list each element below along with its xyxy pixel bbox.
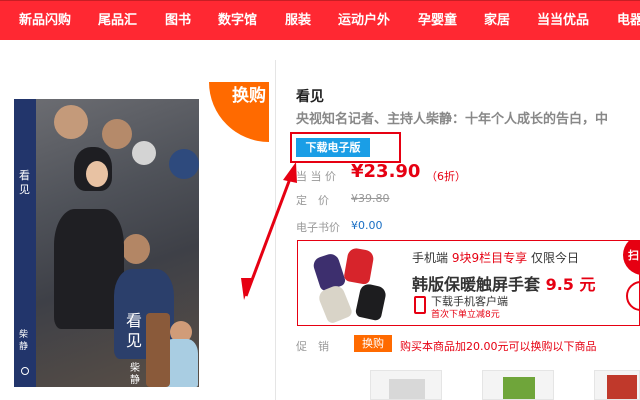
promo-line-1: 手机端 9块9栏目专享 仅限今日: [412, 249, 579, 266]
exchange-badge-label: 换购: [232, 86, 266, 106]
promo-column: 9块9栏目专享: [451, 251, 528, 265]
exchange-tag-button[interactable]: 换购: [354, 335, 392, 352]
nav-item-digital[interactable]: 数字馆: [218, 1, 257, 41]
nav-item-youpin[interactable]: 当当优品: [537, 1, 589, 41]
ebook-price-label: 电子书价: [296, 221, 340, 234]
cover-figure: [132, 141, 156, 165]
cover-figure: [54, 105, 88, 139]
thumbnail-image: [607, 375, 637, 399]
phone-icon: [414, 296, 426, 314]
cover-figure: [122, 234, 150, 264]
list-price: ¥39.80: [351, 192, 390, 205]
cover-figure: [102, 119, 132, 149]
top-nav: 新品闪购 尾品汇 图书 数字馆 服装 运动户外 孕婴童 家居 当当优品 电器: [0, 0, 640, 40]
list-price-label: 定 价: [296, 194, 329, 207]
promotion-label: 促 销: [296, 340, 329, 353]
nav-item-clothing[interactable]: 服装: [285, 1, 311, 41]
nav-item-baby[interactable]: 孕婴童: [418, 1, 457, 41]
spine-title: 看见: [19, 169, 30, 196]
column-divider: [275, 60, 276, 400]
product-subtitle: 央视知名记者、主持人柴静：十年个人成长的告白，中: [296, 112, 609, 127]
cover-figure: [169, 149, 199, 179]
nav-item-sports[interactable]: 运动户外: [338, 1, 390, 41]
cover-figure: [86, 161, 108, 187]
nav-item-appliances[interactable]: 电器: [617, 1, 640, 41]
glove-red-icon: [343, 247, 375, 285]
exchange-item-thumbnail[interactable]: [370, 370, 442, 400]
exchange-offer-link[interactable]: 购买本商品加20.00元可以换购以下商品: [400, 338, 597, 354]
cover-author: 柴静: [130, 363, 140, 386]
thumbnail-image: [389, 379, 425, 399]
nav-item-home[interactable]: 家居: [484, 1, 510, 41]
ebook-price: ¥0.00: [351, 219, 383, 232]
dangdang-price-label: 当 当 价: [296, 170, 336, 183]
mobile-promo-banner[interactable]: 手机端 9块9栏目专享 仅限今日 韩版保暖触屏手套 9.5 元 下载手机客户端 …: [297, 240, 640, 326]
book-cover-image[interactable]: 看见 柴静 看见 柴静: [14, 99, 199, 387]
promo-line-2: 韩版保暖触屏手套 9.5 元: [412, 271, 596, 295]
qr-ring-icon: [626, 281, 639, 311]
promo-product: 韩版保暖触屏手套: [412, 275, 541, 294]
first-order-discount: 首次下单立减8元: [431, 310, 500, 320]
cover-figure: [146, 313, 170, 387]
exchange-item-thumbnail[interactable]: [482, 370, 554, 400]
exchange-item-thumbnail[interactable]: [594, 370, 640, 400]
thumbnail-image: [503, 377, 535, 399]
dangdang-price: ¥23.90: [351, 161, 421, 182]
nav-item-new-flash[interactable]: 新品闪购: [19, 1, 71, 41]
spine-author: 柴静: [19, 330, 29, 352]
nav-item-books[interactable]: 图书: [165, 1, 191, 41]
glove-black-icon: [354, 282, 388, 322]
cover-title: 看见: [126, 311, 143, 350]
promo-price: 9.5 元: [545, 275, 596, 294]
publisher-logo-icon: [21, 367, 29, 375]
product-title: 看见: [296, 89, 324, 105]
promo-channel: 手机端: [412, 251, 449, 265]
discount-rate: （6折）: [426, 170, 466, 183]
nav-item-tail-goods[interactable]: 尾品汇: [98, 1, 137, 41]
download-ebook-button[interactable]: 下载电子版: [296, 138, 370, 157]
scan-corner-label: 扫: [628, 249, 639, 262]
glove-purple-icon: [311, 251, 347, 293]
promo-limit: 仅限今日: [530, 251, 579, 265]
